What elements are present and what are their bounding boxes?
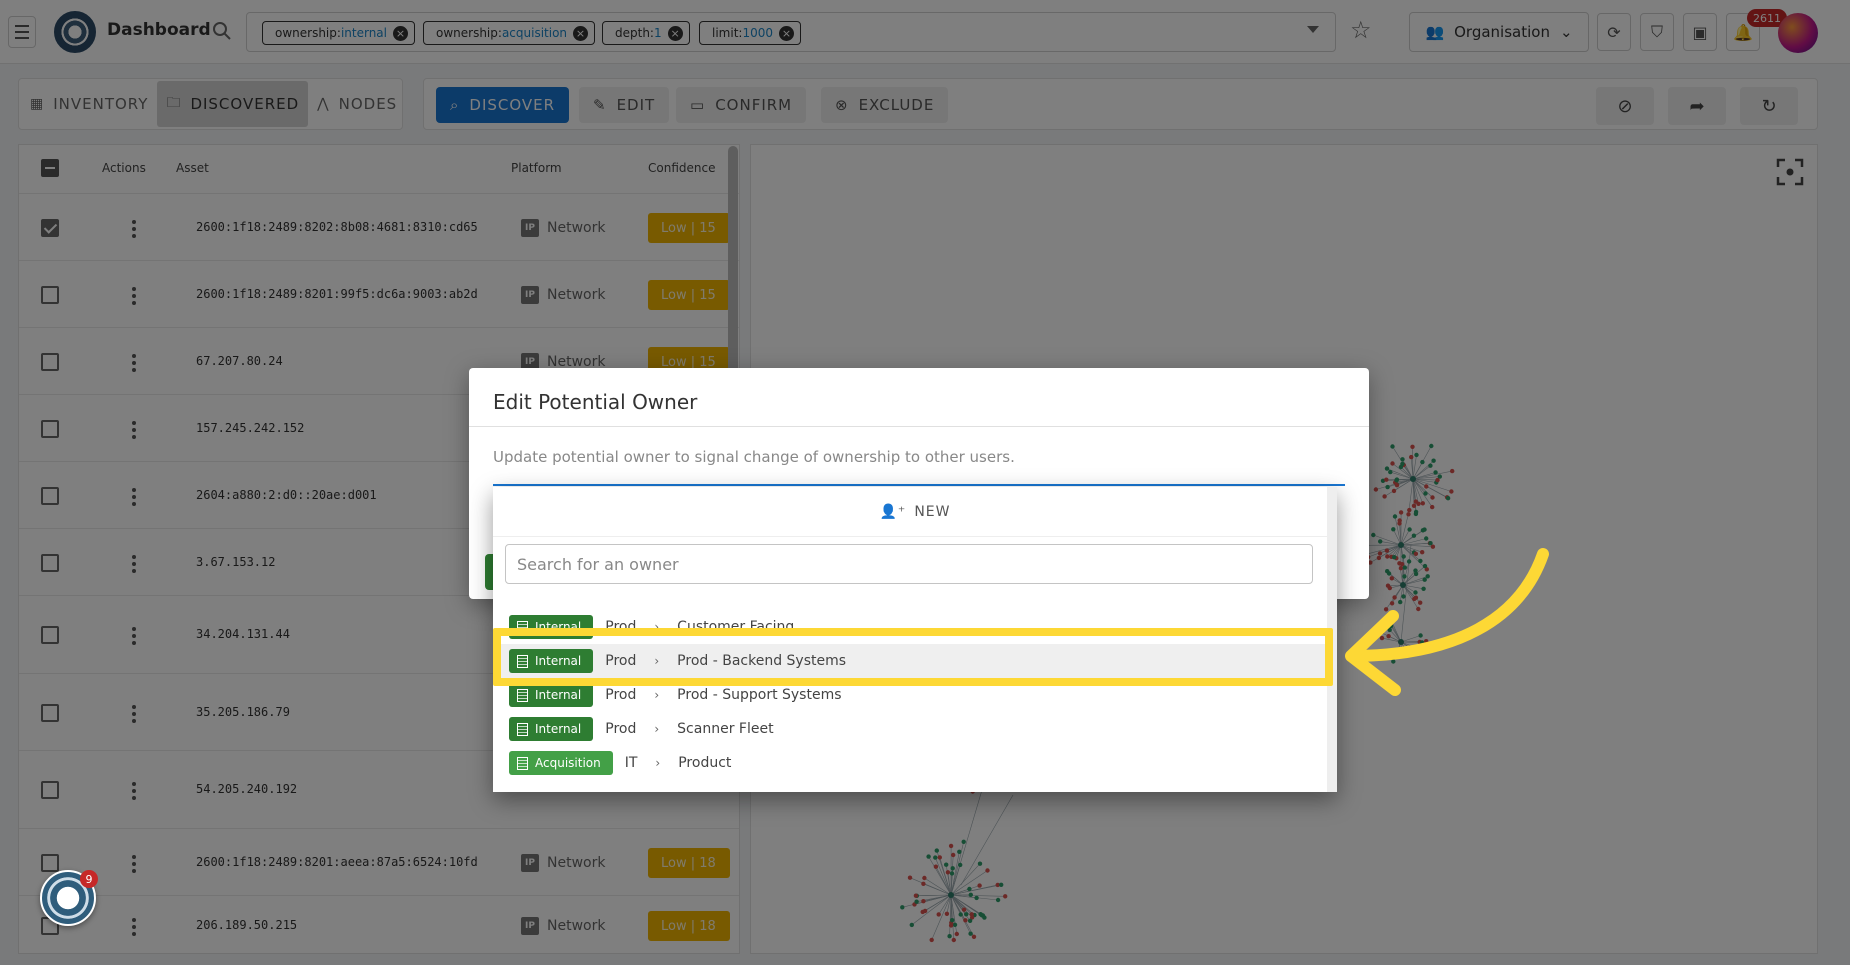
option-parent: Prod — [605, 687, 637, 703]
option-parent: IT — [624, 755, 638, 771]
option-parent: Prod — [605, 721, 637, 737]
callout-arrow-icon — [1345, 548, 1549, 696]
chevron-right-icon: › — [654, 722, 660, 736]
option-name: Prod - Support Systems — [677, 687, 842, 703]
option-name: Scanner Fleet — [677, 721, 774, 737]
tag-label: Internal — [535, 688, 582, 702]
dialog-title: Edit Potential Owner — [493, 390, 698, 414]
search-placeholder: Search for an owner — [517, 554, 679, 574]
divider — [469, 426, 1369, 427]
highlight-box — [493, 628, 1333, 686]
handshake-icon — [517, 756, 528, 770]
tag-label: Acquisition — [535, 756, 601, 770]
owner-search-input[interactable]: Search for an owner — [505, 544, 1313, 584]
assistant-badge: 9 — [80, 870, 98, 888]
new-owner-button[interactable]: 👤⁺ NEW — [493, 487, 1337, 537]
tag-label: Internal — [535, 722, 582, 736]
option-name: Product — [678, 755, 732, 771]
dialog-description: Update potential owner to signal change … — [493, 448, 1015, 466]
building-icon — [517, 722, 528, 736]
owner-option[interactable]: Internal Prod › Scanner Fleet — [493, 712, 1327, 746]
owner-select-field[interactable] — [493, 484, 1345, 486]
chevron-right-icon: › — [655, 756, 661, 770]
chevron-right-icon: › — [654, 688, 660, 702]
new-label: NEW — [914, 503, 951, 520]
owner-option[interactable]: Acquisition IT › Product — [493, 746, 1327, 780]
ownership-tag: Internal — [509, 683, 594, 707]
building-icon — [517, 688, 528, 702]
add-person-icon: 👤⁺ — [879, 503, 907, 520]
ownership-tag: Acquisition — [509, 751, 613, 775]
ownership-tag: Internal — [509, 717, 594, 741]
